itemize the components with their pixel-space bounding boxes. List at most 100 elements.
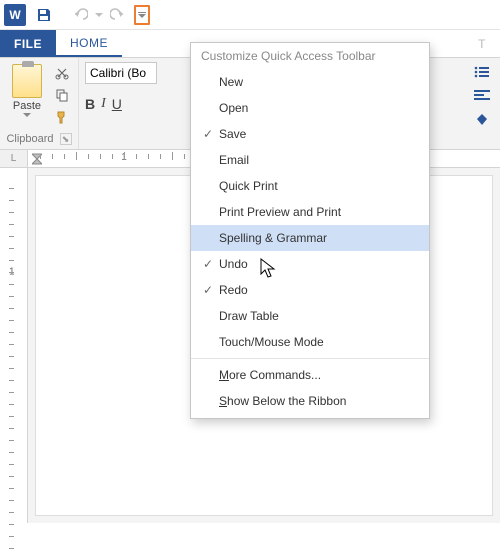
undo-dropdown-icon[interactable]	[94, 3, 104, 27]
ruler-tick	[112, 154, 113, 159]
ruler-tick	[76, 152, 77, 160]
quick-access-toolbar: W	[0, 0, 500, 30]
italic-button[interactable]: I	[101, 96, 106, 112]
vruler-tick	[9, 296, 14, 297]
menu-item-label: Open	[219, 101, 248, 115]
menu-item-label: Undo	[219, 257, 248, 271]
menu-item[interactable]: Spelling & Grammar	[191, 225, 429, 251]
vruler-tick	[9, 248, 14, 249]
cut-icon[interactable]	[52, 64, 72, 82]
vruler-tick	[9, 440, 14, 441]
vruler-tick	[9, 188, 14, 189]
vruler-tick	[9, 212, 14, 213]
menu-item-label: Email	[219, 153, 249, 167]
vruler-tick	[9, 320, 14, 321]
menu-item[interactable]: Open	[191, 95, 429, 121]
vruler-tick	[9, 308, 14, 309]
menu-item-more-commands[interactable]: More Commands...	[191, 362, 429, 388]
clipboard-icon	[12, 64, 42, 98]
vruler-tick	[9, 512, 14, 513]
group-font: B I U	[79, 58, 163, 149]
vruler-tick	[9, 524, 14, 525]
vruler-tick	[9, 260, 14, 261]
tab-file[interactable]: FILE	[0, 30, 56, 57]
menu-title: Customize Quick Access Toolbar	[191, 43, 429, 69]
copy-icon[interactable]	[52, 86, 72, 104]
vruler-tick	[9, 404, 14, 405]
ruler-tick	[136, 154, 137, 159]
vruler-tick	[9, 380, 14, 381]
menu-item-show-below-ribbon[interactable]: Show Below the Ribbon	[191, 388, 429, 414]
menu-item-label: Redo	[219, 283, 248, 297]
vruler-tick	[9, 332, 14, 333]
menu-item-label: Draw Table	[219, 309, 279, 323]
dialog-launcher-icon[interactable]: ⬊	[60, 133, 72, 145]
bold-button[interactable]: B	[85, 96, 95, 112]
ruler-tick	[88, 154, 89, 159]
vruler-tick	[9, 368, 14, 369]
vertical-ruler[interactable]: 1	[0, 168, 28, 523]
menu-item-label: Quick Print	[219, 179, 278, 193]
vruler-tick	[9, 392, 14, 393]
vruler-tick	[9, 476, 14, 477]
ruler-tick	[148, 154, 149, 159]
menu-item[interactable]: ✓Save	[191, 121, 429, 147]
bullets-icon[interactable]	[472, 64, 492, 80]
align-icon[interactable]	[472, 88, 492, 104]
customize-qat-button[interactable]	[134, 5, 150, 25]
check-icon: ✓	[197, 257, 219, 271]
save-icon[interactable]	[32, 3, 56, 27]
chevron-down-icon	[23, 112, 31, 118]
check-icon: ✓	[197, 283, 219, 297]
vruler-tick	[9, 344, 14, 345]
tab-cut-right: T	[464, 30, 500, 57]
underline-button[interactable]: U	[112, 96, 122, 112]
word-app-icon[interactable]: W	[4, 4, 26, 26]
vruler-tick	[9, 200, 14, 201]
vruler-tick	[9, 224, 14, 225]
group-clipboard-label: Clipboard ⬊	[6, 131, 72, 149]
ruler-tick	[100, 154, 101, 159]
menu-item[interactable]: Quick Print	[191, 173, 429, 199]
menu-item[interactable]: Touch/Mouse Mode	[191, 329, 429, 355]
paste-button[interactable]: Paste	[6, 62, 48, 131]
vruler-tick	[9, 500, 14, 501]
check-icon: ✓	[197, 127, 219, 141]
vruler-tick	[9, 452, 14, 453]
tab-home[interactable]: HOME	[56, 30, 122, 57]
menu-item[interactable]: Print Preview and Print	[191, 199, 429, 225]
menu-item[interactable]: Draw Table	[191, 303, 429, 329]
menu-item[interactable]: ✓Undo	[191, 251, 429, 277]
ruler-tick	[160, 154, 161, 159]
menu-item[interactable]: New	[191, 69, 429, 95]
tab-selector[interactable]: L	[0, 150, 28, 167]
menu-item-label: Touch/Mouse Mode	[219, 335, 324, 349]
vruler-tick	[9, 236, 14, 237]
menu-item[interactable]: Email	[191, 147, 429, 173]
vruler-tick	[9, 272, 14, 273]
customize-qat-menu: Customize Quick Access Toolbar NewOpen✓S…	[190, 42, 430, 419]
ruler-tick	[124, 152, 125, 160]
group-clipboard: Paste Clipboard ⬊	[0, 58, 79, 149]
menu-item[interactable]: ✓Redo	[191, 277, 429, 303]
ruler-tick	[64, 154, 65, 159]
vruler-tick	[9, 464, 14, 465]
menu-item-label: Save	[219, 127, 246, 141]
format-painter-icon[interactable]	[52, 108, 72, 126]
menu-item-label: Spelling & Grammar	[219, 231, 327, 245]
ruler-tick	[184, 154, 185, 159]
ruler-tick	[40, 154, 41, 159]
menu-item-label: Print Preview and Print	[219, 205, 341, 219]
shading-icon[interactable]	[472, 112, 492, 128]
redo-icon[interactable]	[106, 3, 130, 27]
vruler-tick	[9, 416, 14, 417]
vruler-tick	[9, 356, 14, 357]
vruler-tick	[9, 428, 14, 429]
vruler-tick	[9, 284, 14, 285]
ruler-tick	[172, 152, 173, 160]
font-name-input[interactable]	[85, 62, 157, 84]
vruler-tick	[9, 488, 14, 489]
vruler-tick	[9, 536, 14, 537]
paste-label: Paste	[13, 100, 41, 112]
undo-icon[interactable]	[68, 3, 92, 27]
